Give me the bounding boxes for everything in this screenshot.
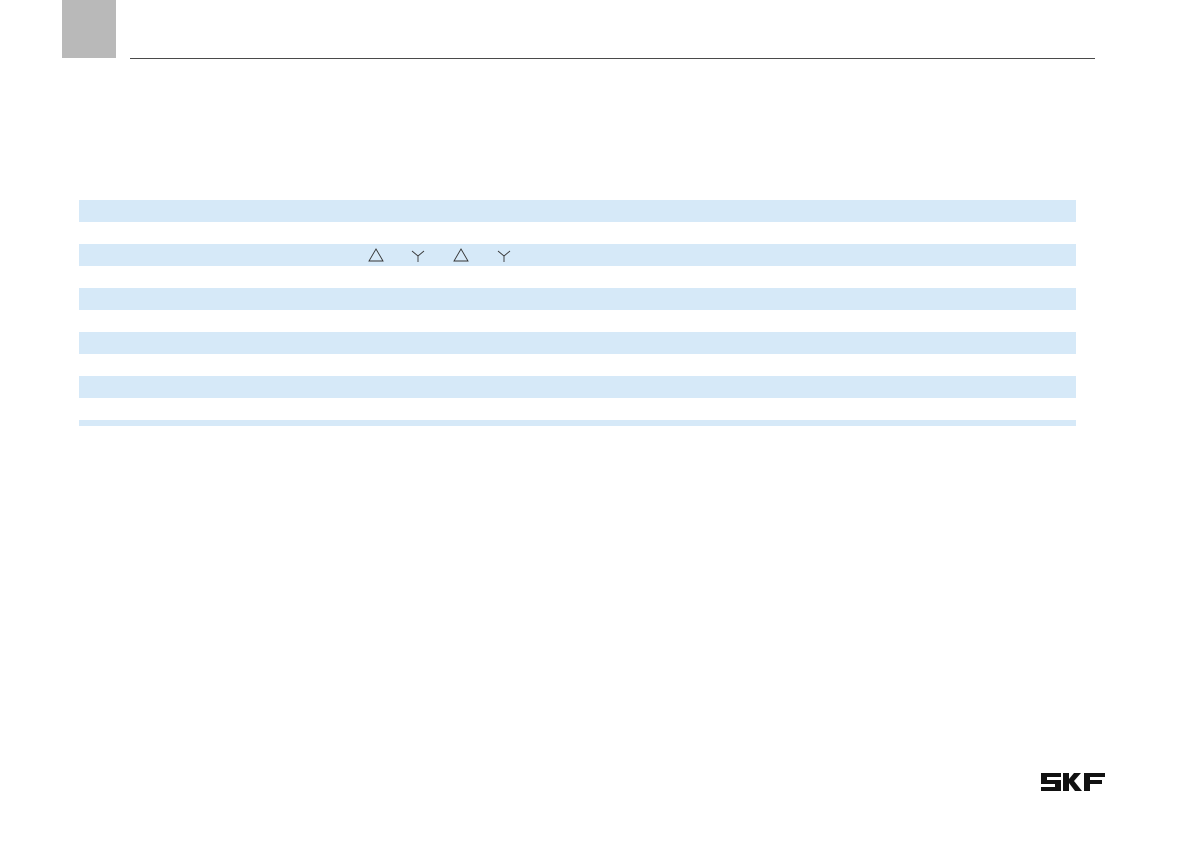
table-row	[79, 354, 1076, 376]
table-row	[79, 310, 1076, 332]
table-row	[79, 266, 1076, 288]
spec-table	[79, 200, 1076, 426]
wye-icon	[497, 250, 511, 262]
delta-icon	[368, 248, 384, 262]
delta-icon	[453, 248, 469, 262]
table-row	[79, 288, 1076, 310]
table-row	[79, 244, 1076, 266]
header-rule	[130, 58, 1095, 59]
wye-icon	[411, 250, 425, 262]
page-corner-tab	[62, 0, 116, 58]
skf-logo	[1041, 773, 1105, 791]
table-row	[79, 420, 1076, 426]
table-row	[79, 398, 1076, 420]
table-row	[79, 332, 1076, 354]
table-row	[79, 200, 1076, 222]
table-row	[79, 376, 1076, 398]
table-row	[79, 222, 1076, 244]
